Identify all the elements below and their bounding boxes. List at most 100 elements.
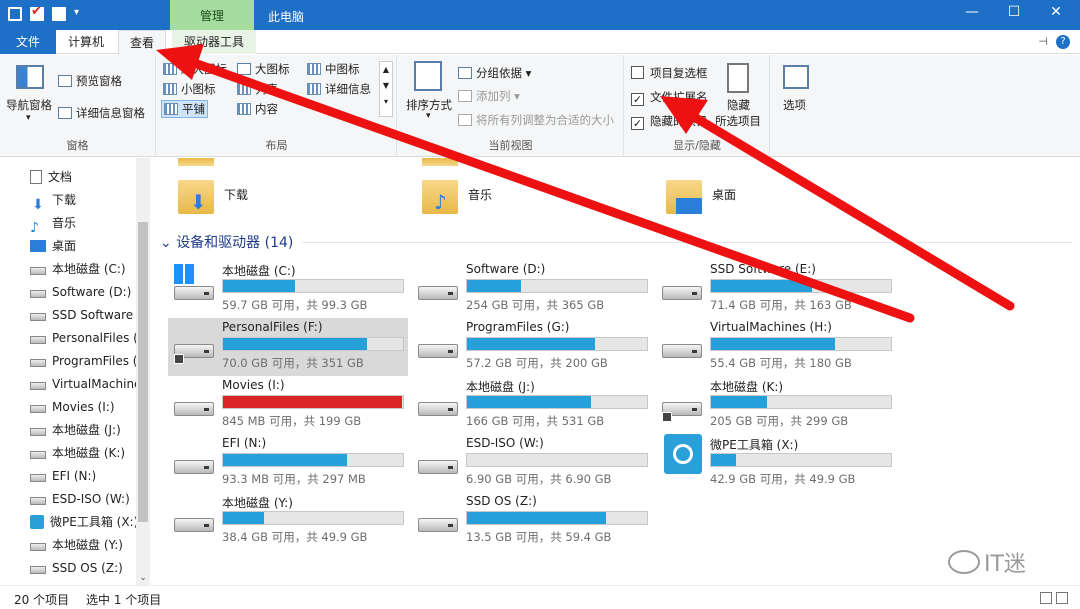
sidebar-item-drive-c[interactable]: 本地磁盘 (C:) — [30, 258, 126, 280]
chevron-down-icon[interactable]: ▾ — [26, 113, 31, 123]
minimize-button[interactable]: — — [952, 4, 992, 20]
drive-name: 本地磁盘 (C:) — [222, 264, 296, 278]
chevron-down-icon[interactable]: ⌄ — [160, 235, 172, 251]
folder-downloads[interactable]: ⬇ 下载 — [178, 180, 248, 226]
layout-large-icons[interactable]: 大图标 — [237, 61, 290, 77]
pin-icon[interactable]: ⊣ — [1038, 35, 1048, 49]
checkbox-checked[interactable]: ✓ — [631, 93, 644, 106]
folder-icon — [422, 158, 458, 166]
drive-icon — [30, 450, 46, 459]
tab-file[interactable]: 文件 — [0, 30, 56, 54]
windows-logo-icon — [174, 264, 194, 284]
sidebar-item-drive-y[interactable]: 本地磁盘 (Y:) — [30, 534, 123, 556]
group-by-button[interactable]: 分组依据 ▾ — [458, 65, 531, 81]
layout-scroll[interactable]: ▲ ▼ ▾ — [379, 61, 393, 117]
hidden-items-toggle[interactable]: ✓ 隐藏的项目 — [631, 113, 708, 130]
fit-columns-button[interactable]: 将所有列调整为合适的大小 — [458, 112, 614, 128]
layout-label: 详细信息 — [325, 82, 371, 96]
checkbox-checked[interactable]: ✓ — [631, 117, 644, 130]
new-folder-icon[interactable] — [52, 7, 66, 21]
options-button[interactable]: 选项 — [783, 97, 806, 113]
drive-tile[interactable]: ESD-ISO (W:) 6.90 GB 可用，共 6.90 GB — [412, 434, 652, 492]
checkbox-unchecked[interactable] — [631, 66, 644, 79]
sidebar-item-drive-i[interactable]: Movies (I:) — [30, 396, 115, 418]
layout-small-icons[interactable]: 小图标 — [163, 81, 216, 97]
navigation-pane-icon — [16, 65, 44, 89]
sidebar-item-drive-z[interactable]: SSD OS (Z:) — [30, 557, 123, 579]
drive-tile[interactable]: VirtualMachines (H:) 55.4 GB 可用，共 180 GB — [656, 318, 896, 376]
list-icon — [237, 83, 251, 95]
add-columns-button[interactable]: 添加列 ▾ — [458, 88, 520, 104]
sidebar-item-label: 本地磁盘 (C:) — [52, 262, 126, 276]
tab-computer[interactable]: 计算机 — [56, 30, 116, 54]
devices-header-label: 设备和驱动器 (14) — [176, 235, 294, 251]
sidebar-item-drive-j[interactable]: 本地磁盘 (J:) — [30, 419, 121, 441]
sidebar-item-drive-k[interactable]: 本地磁盘 (K:) — [30, 442, 125, 464]
sidebar-item-downloads[interactable]: ⬇ 下载 — [30, 189, 77, 213]
drive-tile[interactable]: Software (D:) 254 GB 可用，共 365 GB — [412, 260, 652, 318]
drive-tile[interactable]: 本地磁盘 (C:) 59.7 GB 可用，共 99.3 GB — [168, 260, 408, 318]
sidebar-item-music[interactable]: ♪ 音乐 — [30, 212, 76, 236]
layout-tiles[interactable]: 平铺 — [161, 100, 208, 118]
drive-tile[interactable]: SSD OS (Z:) 13.5 GB 可用，共 59.4 GB — [412, 492, 652, 550]
tab-drive-tools[interactable]: 驱动器工具 — [172, 30, 256, 54]
sidebar-item-drive-f[interactable]: PersonalFiles (F — [30, 327, 145, 349]
sidebar-item-desktop[interactable]: 桌面 — [30, 235, 76, 257]
drive-icon — [174, 512, 214, 534]
sidebar-item-drive-h[interactable]: VirtualMachine — [30, 373, 141, 395]
sidebar-item-label: 下载 — [52, 193, 77, 207]
group-by-icon — [458, 67, 472, 79]
drive-icon — [30, 335, 46, 344]
layout-content[interactable]: 内容 — [237, 101, 278, 117]
large-icons-view-icon[interactable] — [1056, 592, 1068, 604]
drive-tile[interactable]: PersonalFiles (F:) 70.0 GB 可用，共 351 GB — [168, 318, 408, 376]
scrollbar-thumb[interactable] — [138, 222, 148, 522]
maximize-button[interactable]: ☐ — [994, 4, 1034, 20]
chevron-down-icon[interactable]: ▾ — [426, 111, 431, 121]
group-current-view: 排序方式 ▾ 分组依据 ▾ 添加列 ▾ 将所有列调整为合适的大小 当前视图 — [398, 55, 624, 157]
properties-icon[interactable] — [30, 4, 44, 21]
hide-selected-button[interactable]: 隐藏 — [727, 97, 750, 113]
folder-desktop[interactable]: 桌面 — [666, 180, 736, 226]
drive-tile[interactable]: 本地磁盘 (K:) 205 GB 可用，共 299 GB — [656, 376, 896, 434]
scroll-down-icon[interactable]: ⌄ — [136, 573, 150, 583]
details-pane-button[interactable]: 详细信息窗格 — [58, 105, 145, 121]
folder-music[interactable]: ♪ 音乐 — [422, 180, 492, 226]
drive-tile[interactable]: EFI (N:) 93.3 MB 可用，共 297 MB — [168, 434, 408, 492]
sidebar-scrollbar[interactable]: ⌄ — [136, 158, 150, 585]
drive-tile[interactable]: Movies (I:) 845 MB 可用，共 199 GB — [168, 376, 408, 434]
computer-icon[interactable] — [8, 7, 22, 21]
sidebar-item-drive-n[interactable]: EFI (N:) — [30, 465, 96, 487]
sidebar-item-drive-g[interactable]: ProgramFiles ( — [30, 350, 137, 372]
layout-list[interactable]: 列表 — [237, 81, 278, 97]
drive-tile[interactable]: 本地磁盘 (J:) 166 GB 可用，共 531 GB — [412, 376, 652, 434]
customize-toolbar-icon[interactable]: ▾ — [74, 7, 88, 21]
layout-medium-icons[interactable]: 中图标 — [307, 61, 360, 77]
sidebar-item-label: ESD-ISO (W:) — [52, 492, 130, 506]
sidebar-item-drive-w[interactable]: ESD-ISO (W:) — [30, 488, 130, 510]
drive-tile[interactable]: SSD Software (E:) 71.4 GB 可用，共 163 GB — [656, 260, 896, 318]
layout-extra-large-icons[interactable]: 超大图标 — [163, 61, 227, 77]
file-extensions-label: 文件扩展名 — [650, 90, 708, 104]
drive-tile[interactable]: 微PE工具箱 (X:) 42.9 GB 可用，共 49.9 GB — [656, 434, 896, 492]
folder-icon — [178, 158, 214, 166]
help-icon[interactable]: ? — [1056, 35, 1070, 49]
preview-pane-button[interactable]: 预览窗格 — [58, 73, 122, 89]
medium-icons-icon — [307, 63, 321, 75]
navigation-pane-button[interactable]: 导航窗格 — [6, 97, 52, 113]
devices-section-header[interactable]: ⌄ 设备和驱动器 (14) — [160, 232, 293, 252]
layout-label: 大图标 — [255, 62, 290, 76]
sidebar-item-drive-e[interactable]: SSD Software — [30, 304, 133, 326]
file-extensions-toggle[interactable]: ✓ 文件扩展名 — [631, 89, 708, 106]
sidebar-item-documents[interactable]: 文档 — [30, 166, 72, 188]
close-button[interactable]: ✕ — [1036, 4, 1076, 20]
sidebar-item-drive-x[interactable]: 微PE工具箱 (X:) — [30, 511, 138, 533]
drive-tile[interactable]: ProgramFiles (G:) 57.2 GB 可用，共 200 GB — [412, 318, 652, 376]
details-view-icon[interactable] — [1040, 592, 1052, 604]
tab-manage[interactable]: 管理 — [170, 0, 254, 30]
drive-tile[interactable]: 本地磁盘 (Y:) 38.4 GB 可用，共 49.9 GB — [168, 492, 408, 550]
item-checkboxes-toggle[interactable]: 项目复选框 — [631, 65, 708, 81]
sidebar-item-drive-d[interactable]: Software (D:) — [30, 281, 131, 303]
layout-details[interactable]: 详细信息 — [307, 81, 371, 97]
tab-view[interactable]: 查看 — [118, 30, 166, 55]
